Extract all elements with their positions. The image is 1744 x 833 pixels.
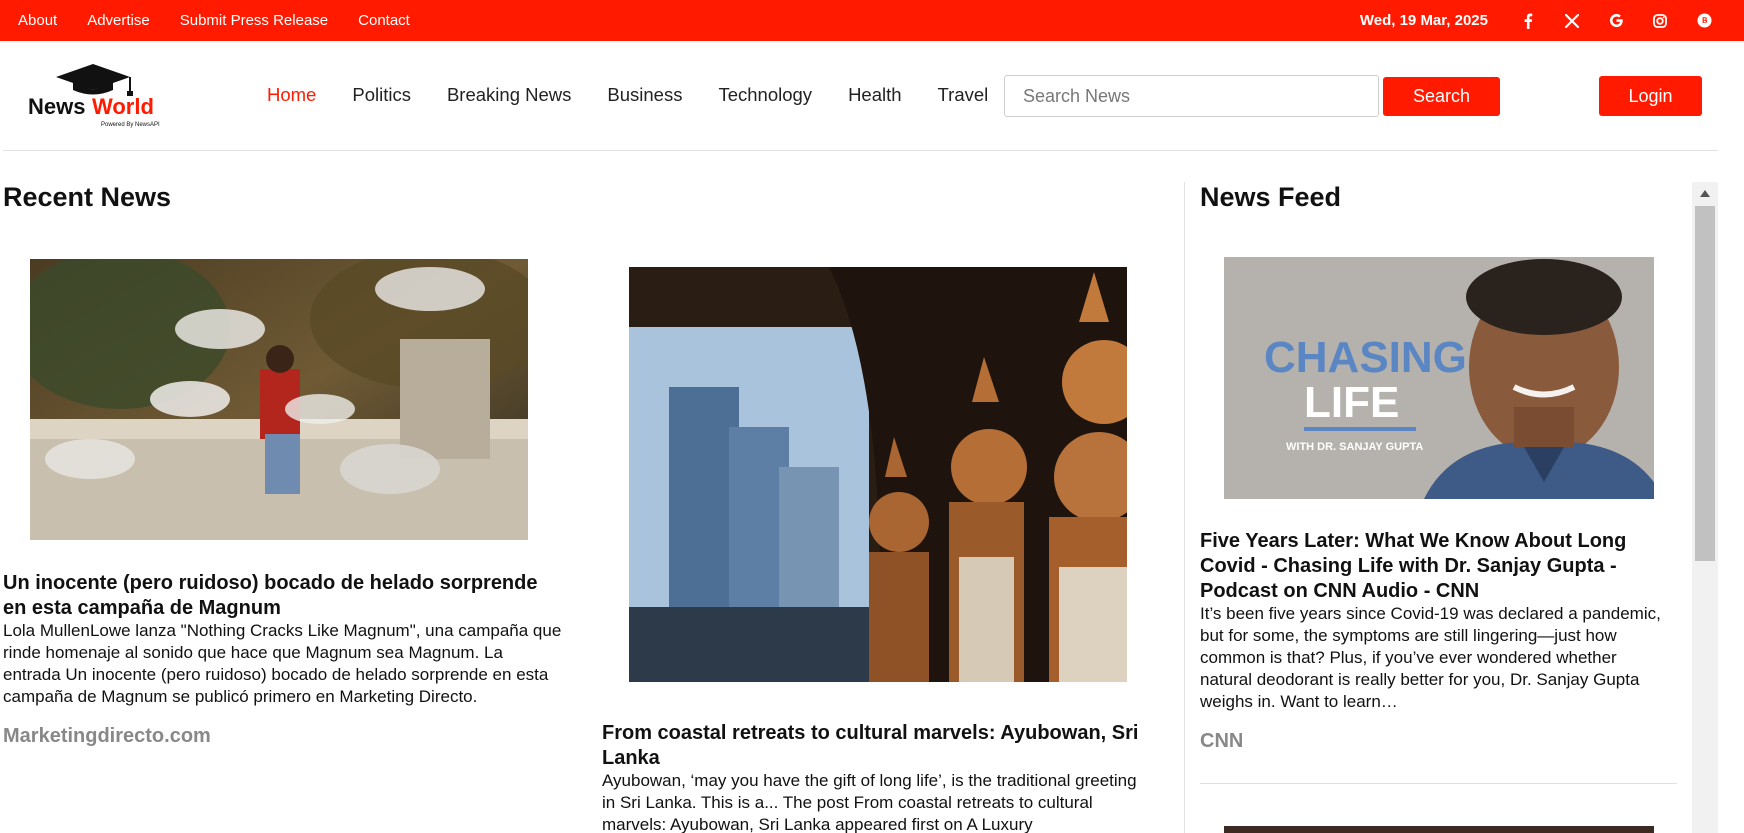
article-description: Lola MullenLowe lanza "Nothing Cracks Li…: [3, 621, 562, 706]
podcast-title-line2: LIFE: [1304, 378, 1399, 427]
advertise-link[interactable]: Advertise: [87, 12, 150, 29]
submit-press-release-link[interactable]: Submit Press Release: [180, 12, 328, 29]
x-icon[interactable]: [1550, 0, 1594, 41]
search-input[interactable]: [1004, 75, 1379, 117]
feed-article-source[interactable]: CNN: [1200, 730, 1243, 753]
nav-politics[interactable]: Politics: [352, 84, 411, 106]
bitcoin-icon[interactable]: [1682, 0, 1726, 41]
article-source[interactable]: Marketingdirecto.com: [3, 725, 211, 748]
article-image[interactable]: [629, 267, 1127, 682]
feed-article-description: It’s been five years since Covid-19 was …: [1200, 604, 1661, 711]
logo-text-world: World: [92, 94, 154, 119]
newsworld-logo[interactable]: News World Powered By NewsAPI: [18, 61, 168, 131]
nav-home[interactable]: Home: [267, 84, 316, 106]
search-button[interactable]: Search: [1383, 77, 1500, 116]
logo-tagline: Powered By NewsAPI: [101, 122, 160, 128]
scrollbar-thumb[interactable]: [1695, 206, 1715, 561]
feed-article-image[interactable]: CHASING LIFE WITH DR. SANJAY GUPTA: [1224, 257, 1654, 499]
recent-news-heading: Recent News: [3, 182, 172, 212]
feed-separator: [1200, 783, 1677, 784]
top-bar: About Advertise Submit Press Release Con…: [0, 0, 1744, 41]
article-title[interactable]: Un inocente (pero ruidoso) bocado de hel…: [3, 571, 563, 621]
scroll-up-icon[interactable]: [1692, 182, 1718, 204]
google-icon[interactable]: [1594, 0, 1638, 41]
nav-travel[interactable]: Travel: [938, 84, 989, 106]
header-divider: [3, 150, 1718, 151]
feed-article-title[interactable]: Five Years Later: What We Know About Lon…: [1200, 529, 1660, 604]
article-image[interactable]: [30, 259, 528, 540]
main-nav: Home Politics Breaking News Business Tec…: [267, 84, 988, 106]
nav-breaking-news[interactable]: Breaking News: [447, 84, 571, 106]
nav-health[interactable]: Health: [848, 84, 901, 106]
top-right: Wed, 19 Mar, 2025: [1360, 0, 1726, 41]
top-links: About Advertise Submit Press Release Con…: [18, 0, 410, 41]
podcast-subtitle: WITH DR. SANJAY GUPTA: [1286, 441, 1423, 453]
login-button[interactable]: Login: [1599, 76, 1702, 116]
podcast-title-line1: CHASING: [1264, 333, 1467, 382]
logo-text-news: News: [28, 94, 85, 119]
news-feed-heading: News Feed: [1200, 182, 1342, 212]
current-date: Wed, 19 Mar, 2025: [1359, 12, 1488, 29]
article-title[interactable]: From coastal retreats to cultural marvel…: [602, 721, 1142, 771]
column-divider: [1184, 182, 1185, 833]
facebook-icon[interactable]: [1506, 0, 1550, 41]
feed-scrollbar[interactable]: [1692, 182, 1718, 833]
about-link[interactable]: About: [18, 12, 57, 29]
article-description: Ayubowan, ‘may you have the gift of long…: [602, 771, 1137, 833]
nav-technology[interactable]: Technology: [718, 84, 812, 106]
feed-article-image[interactable]: [1224, 826, 1654, 833]
instagram-icon[interactable]: [1638, 0, 1682, 41]
contact-link[interactable]: Contact: [358, 12, 410, 29]
nav-business[interactable]: Business: [607, 84, 682, 106]
